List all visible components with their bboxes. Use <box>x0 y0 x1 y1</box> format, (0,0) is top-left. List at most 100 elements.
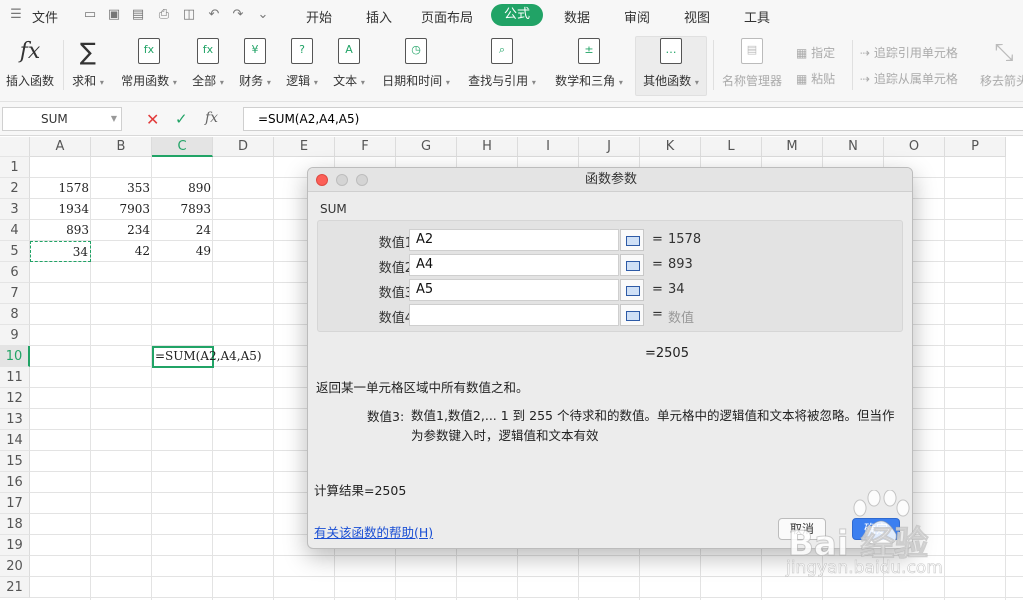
print-preview-icon[interactable]: ◫ <box>181 7 197 23</box>
insert-function-button[interactable]: fx 插入函数 <box>4 38 56 89</box>
common-functions-button[interactable]: fx 常用函数 ▾ <box>118 38 180 89</box>
column-header-f[interactable]: F <box>335 137 396 157</box>
row-header-11[interactable]: 11 <box>0 367 30 388</box>
row-header-3[interactable]: 3 <box>0 199 30 220</box>
row-header-8[interactable]: 8 <box>0 304 30 325</box>
row-header-10[interactable]: 10 <box>0 346 30 367</box>
datetime-functions-button[interactable]: ◷ 日期和时间 ▾ <box>380 38 452 89</box>
undo-icon[interactable]: ↶ <box>206 7 222 23</box>
row-header-5[interactable]: 5 <box>0 241 30 262</box>
cell-b5[interactable]: 42 <box>91 241 152 262</box>
column-header-m[interactable]: M <box>762 137 823 157</box>
cell-c2[interactable]: 890 <box>152 178 213 199</box>
confirm-formula-icon[interactable]: ✓ <box>175 110 188 128</box>
file-menu[interactable]: 文件 <box>32 7 58 26</box>
collapse-dialog-icon[interactable] <box>620 229 644 251</box>
redo-icon[interactable]: ↷ <box>230 7 246 23</box>
column-header-o[interactable]: O <box>884 137 945 157</box>
cell-b2[interactable]: 353 <box>91 178 152 199</box>
collapse-dialog-icon[interactable] <box>620 304 644 326</box>
close-window-icon[interactable] <box>316 174 328 186</box>
row-header-1[interactable]: 1 <box>0 157 30 178</box>
trace-dependents-button[interactable]: ⇢ 追踪从属单元格 <box>860 70 958 87</box>
cell-a2[interactable]: 1578 <box>30 178 91 199</box>
save-icon[interactable]: ▣ <box>106 7 122 23</box>
row-header-2[interactable]: 2 <box>0 178 30 199</box>
collapse-dialog-icon[interactable] <box>620 254 644 276</box>
name-manager-button[interactable]: ▤ 名称管理器 <box>720 38 784 89</box>
row-header-4[interactable]: 4 <box>0 220 30 241</box>
finance-functions-button[interactable]: ¥ 财务 ▾ <box>237 38 273 89</box>
column-header-h[interactable]: H <box>457 137 518 157</box>
row-header-15[interactable]: 15 <box>0 451 30 472</box>
cell-a5[interactable]: 34 <box>30 241 91 262</box>
column-header-l[interactable]: L <box>701 137 762 157</box>
row-header-17[interactable]: 17 <box>0 493 30 514</box>
cell-c3[interactable]: 7893 <box>152 199 213 220</box>
tab-page-layout[interactable]: 页面布局 <box>421 7 473 26</box>
formula-input[interactable]: =SUM(A2,A4,A5) <box>243 107 1023 131</box>
autosum-button[interactable]: ∑ 求和 ▾ <box>70 38 106 89</box>
row-header-14[interactable]: 14 <box>0 430 30 451</box>
argument-input-1[interactable]: A2 <box>409 229 619 251</box>
paste-name-button[interactable]: ▦ 粘贴 <box>796 70 835 87</box>
argument-input-4[interactable] <box>409 304 619 326</box>
row-header-13[interactable]: 13 <box>0 409 30 430</box>
column-header-g[interactable]: G <box>396 137 457 157</box>
help-link[interactable]: 有关该函数的帮助(H) <box>314 522 433 541</box>
remove-arrows-button[interactable]: ⤡ 移去箭头 <box>978 38 1023 89</box>
zoom-window-icon[interactable] <box>356 174 368 186</box>
row-header-12[interactable]: 12 <box>0 388 30 409</box>
tab-data[interactable]: 数据 <box>564 7 590 26</box>
row-header-16[interactable]: 16 <box>0 472 30 493</box>
name-box-dropdown-icon[interactable]: ▼ <box>111 108 117 130</box>
insert-function-fx-icon[interactable]: fx <box>205 110 218 126</box>
lookup-functions-button[interactable]: ⌕ 查找与引用 ▾ <box>466 38 538 89</box>
print-icon[interactable]: ⎙ <box>156 7 172 23</box>
export-pdf-icon[interactable]: ▤ <box>130 7 146 23</box>
column-header-e[interactable]: E <box>274 137 335 157</box>
column-header-i[interactable]: I <box>518 137 579 157</box>
minimize-window-icon[interactable] <box>336 174 348 186</box>
row-header-9[interactable]: 9 <box>0 325 30 346</box>
column-header-c[interactable]: C <box>152 137 213 157</box>
logic-functions-button[interactable]: ? 逻辑 ▾ <box>284 38 320 89</box>
math-functions-button[interactable]: ± 数学和三角 ▾ <box>553 38 625 89</box>
tab-start[interactable]: 开始 <box>306 7 332 26</box>
column-header-p[interactable]: P <box>945 137 1006 157</box>
text-functions-button[interactable]: A 文本 ▾ <box>331 38 367 89</box>
collapse-dialog-icon[interactable] <box>620 279 644 301</box>
row-header-20[interactable]: 20 <box>0 556 30 577</box>
argument-input-3[interactable]: A5 <box>409 279 619 301</box>
tab-tools[interactable]: 工具 <box>744 7 770 26</box>
all-functions-button[interactable]: fx 全部 ▾ <box>190 38 226 89</box>
trace-precedents-button[interactable]: ⇢ 追踪引用单元格 <box>860 44 958 61</box>
column-header-n[interactable]: N <box>823 137 884 157</box>
cell-c5[interactable]: 49 <box>152 241 213 262</box>
column-header-j[interactable]: J <box>579 137 640 157</box>
other-functions-button[interactable]: … 其他函数 ▾ <box>638 38 704 89</box>
column-header-k[interactable]: K <box>640 137 701 157</box>
cell-b4[interactable]: 234 <box>91 220 152 241</box>
tab-review[interactable]: 审阅 <box>624 7 650 26</box>
tab-view[interactable]: 视图 <box>684 7 710 26</box>
cell-a4[interactable]: 893 <box>30 220 91 241</box>
tab-formulas[interactable]: 公式 <box>491 4 543 26</box>
cell-a3[interactable]: 1934 <box>30 199 91 220</box>
cell-b3[interactable]: 7903 <box>91 199 152 220</box>
select-all-corner[interactable] <box>0 137 30 157</box>
argument-input-2[interactable]: A4 <box>409 254 619 276</box>
column-header-d[interactable]: D <box>213 137 274 157</box>
row-header-6[interactable]: 6 <box>0 262 30 283</box>
assign-name-button[interactable]: ▦ 指定 <box>796 44 835 61</box>
open-folder-icon[interactable]: ▭ <box>82 7 98 23</box>
column-header-b[interactable]: B <box>91 137 152 157</box>
customize-dropdown-icon[interactable]: ⌄ <box>255 7 271 23</box>
cancel-formula-icon[interactable]: ✕ <box>146 110 159 129</box>
column-header-a[interactable]: A <box>30 137 91 157</box>
row-header-18[interactable]: 18 <box>0 514 30 535</box>
tab-insert[interactable]: 插入 <box>366 7 392 26</box>
row-header-21[interactable]: 21 <box>0 577 30 598</box>
row-header-7[interactable]: 7 <box>0 283 30 304</box>
hamburger-menu-icon[interactable]: ☰ <box>8 7 24 23</box>
